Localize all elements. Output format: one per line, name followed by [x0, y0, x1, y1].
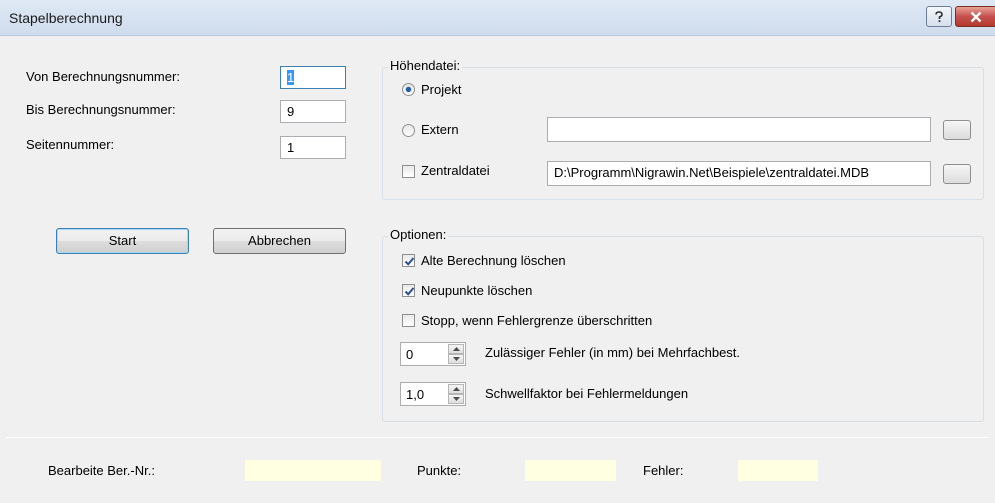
zentraldatei-checkbox[interactable]	[402, 165, 415, 178]
from-number-input[interactable]: 1	[280, 66, 346, 89]
zentraldatei-browse-button[interactable]	[943, 164, 971, 184]
spinner-down-button[interactable]	[448, 354, 464, 364]
neupunkte-checkbox[interactable]	[402, 284, 415, 297]
schwellfaktor-value: 1,0	[406, 387, 425, 402]
fehler-label: Fehler:	[643, 463, 684, 478]
arrow-up-icon	[453, 347, 460, 351]
zulaessiger-fehler-spinner[interactable]: 0	[400, 342, 466, 366]
punkte-value-box	[525, 460, 616, 481]
page-number-value: 1	[287, 140, 295, 155]
window-title: Stapelberechnung	[9, 10, 123, 26]
close-button[interactable]	[955, 6, 995, 27]
cancel-button[interactable]: Abbrechen	[213, 228, 346, 254]
page-number-label: Seitennummer:	[26, 137, 115, 152]
from-number-value: 1	[287, 70, 295, 85]
spinner-down-button[interactable]	[448, 394, 464, 404]
spinner-up-button[interactable]	[448, 344, 464, 354]
zentraldatei-path-value: D:\Programm\Nigrawin.Net\Beispiele\zentr…	[554, 165, 870, 180]
schwellfaktor-label: Schwellfaktor bei Fehlermeldungen	[485, 386, 689, 401]
stopp-checkbox[interactable]	[402, 314, 415, 327]
zulaessiger-fehler-label: Zulässiger Fehler (in mm) bei Mehrfachbe…	[485, 345, 741, 360]
help-button[interactable]	[926, 6, 952, 27]
arrow-down-icon	[453, 397, 460, 401]
spinner-up-button[interactable]	[448, 384, 464, 394]
zulaessiger-fehler-value: 0	[406, 347, 414, 362]
stopp-label: Stopp, wenn Fehlergrenze überschritten	[421, 313, 653, 328]
arrow-down-icon	[453, 357, 460, 361]
punkte-label: Punkte:	[417, 463, 462, 478]
zentraldatei-path-input[interactable]: D:\Programm\Nigrawin.Net\Beispiele\zentr…	[547, 161, 931, 186]
hoehendatei-caption: Höhendatei:	[388, 58, 463, 73]
title-bar: Stapelberechnung	[0, 0, 995, 36]
to-number-label: Bis Berechnungsnummer:	[26, 102, 176, 117]
extern-browse-button[interactable]	[943, 120, 971, 140]
start-button[interactable]: Start	[56, 228, 189, 254]
optionen-caption: Optionen:	[388, 227, 449, 242]
extern-path-input[interactable]	[547, 117, 931, 142]
neupunkte-label: Neupunkte löschen	[421, 283, 533, 298]
page-number-input[interactable]: 1	[280, 136, 346, 159]
bearbeite-label: Bearbeite Ber.-Nr.:	[48, 463, 155, 478]
bearbeite-value-box	[245, 460, 381, 481]
to-number-value: 9	[287, 104, 295, 119]
from-number-label: Von Berechnungsnummer:	[26, 69, 180, 84]
projekt-radio[interactable]	[402, 83, 415, 96]
schwellfaktor-spinner[interactable]: 1,0	[400, 382, 466, 406]
extern-label: Extern	[421, 122, 459, 137]
checkmark-icon	[404, 287, 415, 296]
alte-berechnung-label: Alte Berechnung löschen	[421, 253, 566, 268]
alte-berechnung-checkbox[interactable]	[402, 254, 415, 267]
status-separator	[6, 437, 989, 438]
projekt-label: Projekt	[421, 82, 462, 97]
close-icon	[970, 11, 982, 22]
extern-radio[interactable]	[402, 124, 415, 137]
fehler-value-box	[738, 460, 818, 481]
to-number-input[interactable]: 9	[280, 100, 346, 123]
zentraldatei-label: Zentraldatei	[421, 163, 490, 178]
question-mark-icon	[935, 10, 943, 22]
checkmark-icon	[404, 257, 415, 266]
arrow-up-icon	[453, 387, 460, 391]
